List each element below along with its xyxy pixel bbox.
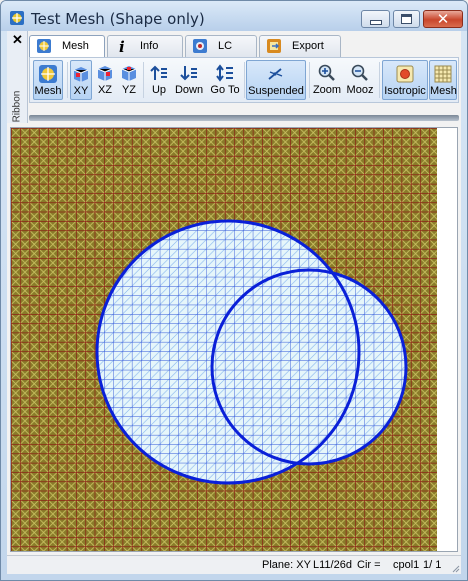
tab-lc[interactable]: LC <box>185 35 257 57</box>
status-page: 1/ 1 <box>423 559 442 571</box>
status-cir: Cir = <box>357 559 381 571</box>
zoom-button[interactable]: Zoom <box>312 60 342 100</box>
mesh-globe-icon <box>37 39 51 53</box>
maximize-button[interactable] <box>393 10 420 28</box>
mesh-drawing[interactable] <box>11 128 457 551</box>
ribbon-toolbar: Mesh XY XZ YZ Up Down Go To Suspended Zo… <box>29 57 459 103</box>
view-xz-button[interactable]: XZ <box>94 60 116 100</box>
ribbon-label[interactable]: Ribbon <box>9 87 25 123</box>
client-area: ✕ Ribbon Mesh i Info LC Export Mesh XY X… <box>7 31 461 574</box>
tab-label: Mesh <box>62 40 89 52</box>
up-button[interactable]: Up <box>146 60 172 100</box>
cube-yz-icon <box>121 66 137 81</box>
tab-info[interactable]: i Info <box>107 35 183 57</box>
resize-grip-icon[interactable] <box>450 563 460 573</box>
minimize-icon <box>369 19 382 25</box>
ribbon-side-panel: ✕ Ribbon <box>7 31 28 123</box>
mesh-grid-button[interactable]: Mesh <box>429 60 457 100</box>
tab-mesh[interactable]: Mesh <box>29 35 105 58</box>
mesh-button[interactable]: Mesh <box>33 60 63 100</box>
status-plane: Plane: XY <box>262 559 311 571</box>
tab-label: Info <box>140 40 159 52</box>
view-yz-button[interactable]: YZ <box>118 60 140 100</box>
suspended-button[interactable]: Suspended <box>246 60 306 100</box>
export-icon <box>267 39 281 53</box>
ribbon-close-icon[interactable]: ✕ <box>12 33 23 46</box>
maximize-icon <box>401 14 412 24</box>
down-button[interactable]: Down <box>172 60 206 100</box>
grid-icon <box>434 65 452 83</box>
status-layer: cpol1 <box>393 559 420 571</box>
mesh-globe-icon <box>39 65 57 83</box>
tab-export[interactable]: Export <box>259 35 341 57</box>
mooz-button[interactable]: Mooz <box>343 60 377 100</box>
status-bar: Plane: XY L11/26d Cir = cpol1 1/ 1 <box>7 555 461 574</box>
zoom-out-icon <box>351 64 368 81</box>
cube-xz-icon <box>97 66 113 81</box>
window-title: Test Mesh (Shape only) <box>31 10 205 28</box>
app-icon <box>10 11 24 25</box>
mesh-white-margin <box>437 128 457 551</box>
title-bar[interactable]: Test Mesh (Shape only) ✕ <box>1 1 467 31</box>
goto-button[interactable]: Go To <box>208 60 242 100</box>
zoom-in-icon <box>318 64 335 81</box>
goto-icon <box>216 64 233 82</box>
sort-down-icon <box>180 66 197 81</box>
close-button[interactable]: ✕ <box>423 10 463 28</box>
status-level: L11/26d <box>313 559 352 571</box>
ribbon-scroll-strip[interactable] <box>29 115 459 121</box>
suspended-icon <box>268 68 283 80</box>
cube-xy-icon <box>73 67 89 82</box>
app-window: Test Mesh (Shape only) ✕ ✕ Ribbon Mesh i… <box>0 0 468 581</box>
tab-label: Export <box>292 40 324 52</box>
view-xy-button[interactable]: XY <box>70 60 92 100</box>
svg-text:i: i <box>119 38 125 54</box>
tab-label: LC <box>218 40 233 52</box>
isotropic-icon <box>396 65 414 83</box>
minimize-button[interactable] <box>361 10 390 28</box>
info-icon: i <box>119 38 125 54</box>
isotropic-button[interactable]: Isotropic <box>382 60 428 100</box>
sort-up-icon <box>150 65 167 80</box>
close-icon: ✕ <box>436 9 450 28</box>
load-case-icon <box>193 39 207 53</box>
mesh-canvas[interactable] <box>10 127 458 552</box>
